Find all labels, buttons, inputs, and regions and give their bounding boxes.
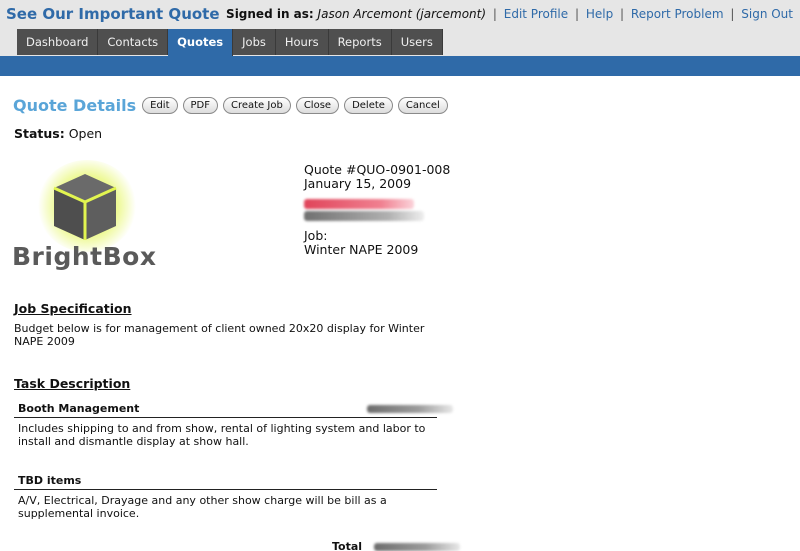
total-row: Total	[332, 540, 461, 551]
task-description: Includes shipping to and from show, rent…	[18, 422, 426, 448]
cancel-button[interactable]: Cancel	[397, 97, 448, 114]
task-description-heading: Task Description	[14, 376, 131, 391]
redacted-client-contact	[304, 211, 424, 221]
job-specification-heading: Job Specification	[14, 301, 132, 316]
separator: |	[620, 7, 625, 21]
task-name: Booth Management	[18, 402, 140, 415]
status-label: Status:	[14, 126, 65, 141]
redacted-total	[374, 542, 461, 551]
task-description: A/V, Electrical, Drayage and any other s…	[18, 494, 387, 520]
task-name: TBD items	[18, 474, 82, 487]
logo-text: BrightBox	[12, 242, 157, 271]
job-specification-text: Budget below is for management of client…	[14, 322, 425, 348]
close-button[interactable]: Close	[295, 97, 340, 114]
separator: |	[492, 7, 497, 21]
tab-quotes[interactable]: Quotes	[168, 29, 234, 56]
app-title: See Our Important Quote	[6, 5, 220, 23]
user-bar: Signed in as: Jason Arcemont (jarcemont)…	[226, 7, 793, 21]
redacted-price	[367, 404, 453, 413]
tab-users[interactable]: Users	[391, 29, 443, 55]
task-item: TBD items A/V, Electrical, Drayage and a…	[14, 472, 437, 520]
tab-contacts[interactable]: Contacts	[98, 29, 169, 55]
tab-reports[interactable]: Reports	[328, 29, 392, 55]
separator: |	[730, 7, 735, 21]
pdf-button[interactable]: PDF	[182, 97, 218, 114]
brightbox-logo: BrightBox	[12, 160, 177, 275]
quote-status: Status: Open	[14, 126, 102, 141]
signed-in-label: Signed in as:	[226, 7, 314, 21]
subnav-bar	[0, 56, 800, 76]
user-name: Jason Arcemont (jarcemont)	[317, 7, 487, 21]
separator: |	[574, 7, 579, 21]
status-value: Open	[68, 126, 103, 141]
cube-icon	[53, 174, 117, 240]
task-header: TBD items	[14, 472, 437, 490]
delete-button[interactable]: Delete	[344, 97, 393, 114]
job-label: Job:	[304, 228, 328, 243]
edit-button[interactable]: Edit	[142, 97, 178, 114]
job-name: Winter NAPE 2009	[304, 242, 419, 257]
help-link[interactable]: Help	[586, 7, 613, 21]
top-header: See Our Important Quote Signed in as: Ja…	[0, 0, 800, 56]
edit-profile-link[interactable]: Edit Profile	[504, 7, 568, 21]
create-job-button[interactable]: Create Job	[222, 97, 291, 114]
tab-dashboard[interactable]: Dashboard	[17, 29, 99, 55]
tab-hours[interactable]: Hours	[275, 29, 329, 55]
quote-title-row: Quote Details Edit PDF Create Job Close …	[13, 96, 453, 115]
main-nav-tabs: Dashboard Contacts Quotes Jobs Hours Rep…	[17, 29, 443, 56]
quote-info: Quote #QUO-0901-008 January 15, 2009 Job…	[304, 163, 450, 257]
task-header: Booth Management	[14, 400, 453, 418]
total-label: Total	[332, 540, 363, 551]
quote-date: January 15, 2009	[304, 176, 412, 191]
redacted-client-name	[304, 199, 414, 209]
tab-jobs[interactable]: Jobs	[233, 29, 276, 55]
page-title: Quote Details	[13, 96, 137, 115]
sign-out-link[interactable]: Sign Out	[741, 7, 793, 21]
quote-number: Quote #QUO-0901-008	[304, 162, 451, 177]
task-item: Booth Management Includes shipping to an…	[14, 400, 453, 448]
report-problem-link[interactable]: Report Problem	[631, 7, 724, 21]
